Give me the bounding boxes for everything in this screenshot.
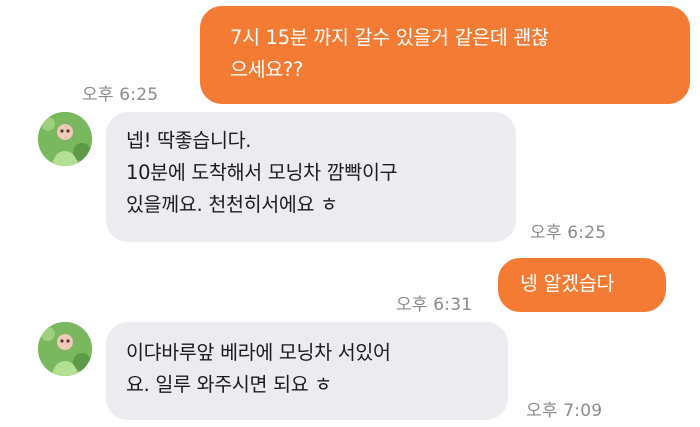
chat-conversation: 오후 6:25 7시 15분 까지 갈수 있을거 같은데 괜찮 으세요?? 넵!… [0, 0, 700, 427]
incoming-message-bubble[interactable]: 넵! 딱좋습니다. 10분에 도착해서 모닝차 깜빡이구 있을께요. 천천히서에… [106, 112, 516, 242]
profile-avatar-icon [38, 322, 92, 376]
contact-avatar[interactable] [38, 322, 92, 376]
message-timestamp: 오후 6:31 [396, 295, 473, 315]
message-timestamp: 오후 7:09 [526, 401, 603, 421]
outgoing-message-bubble[interactable]: 넹 알겠습다 [498, 258, 666, 312]
contact-avatar[interactable] [38, 112, 92, 166]
incoming-message-bubble[interactable]: 이댜바루앞 베라에 모닝차 서있어 요. 일루 와주시면 되요 ㅎ [106, 322, 508, 420]
message-timestamp: 오후 6:25 [530, 223, 607, 243]
message-timestamp: 오후 6:25 [82, 85, 159, 105]
outgoing-message-bubble[interactable]: 7시 15분 까지 갈수 있을거 같은데 괜찮 으세요?? [200, 6, 690, 104]
profile-avatar-icon [38, 112, 92, 166]
